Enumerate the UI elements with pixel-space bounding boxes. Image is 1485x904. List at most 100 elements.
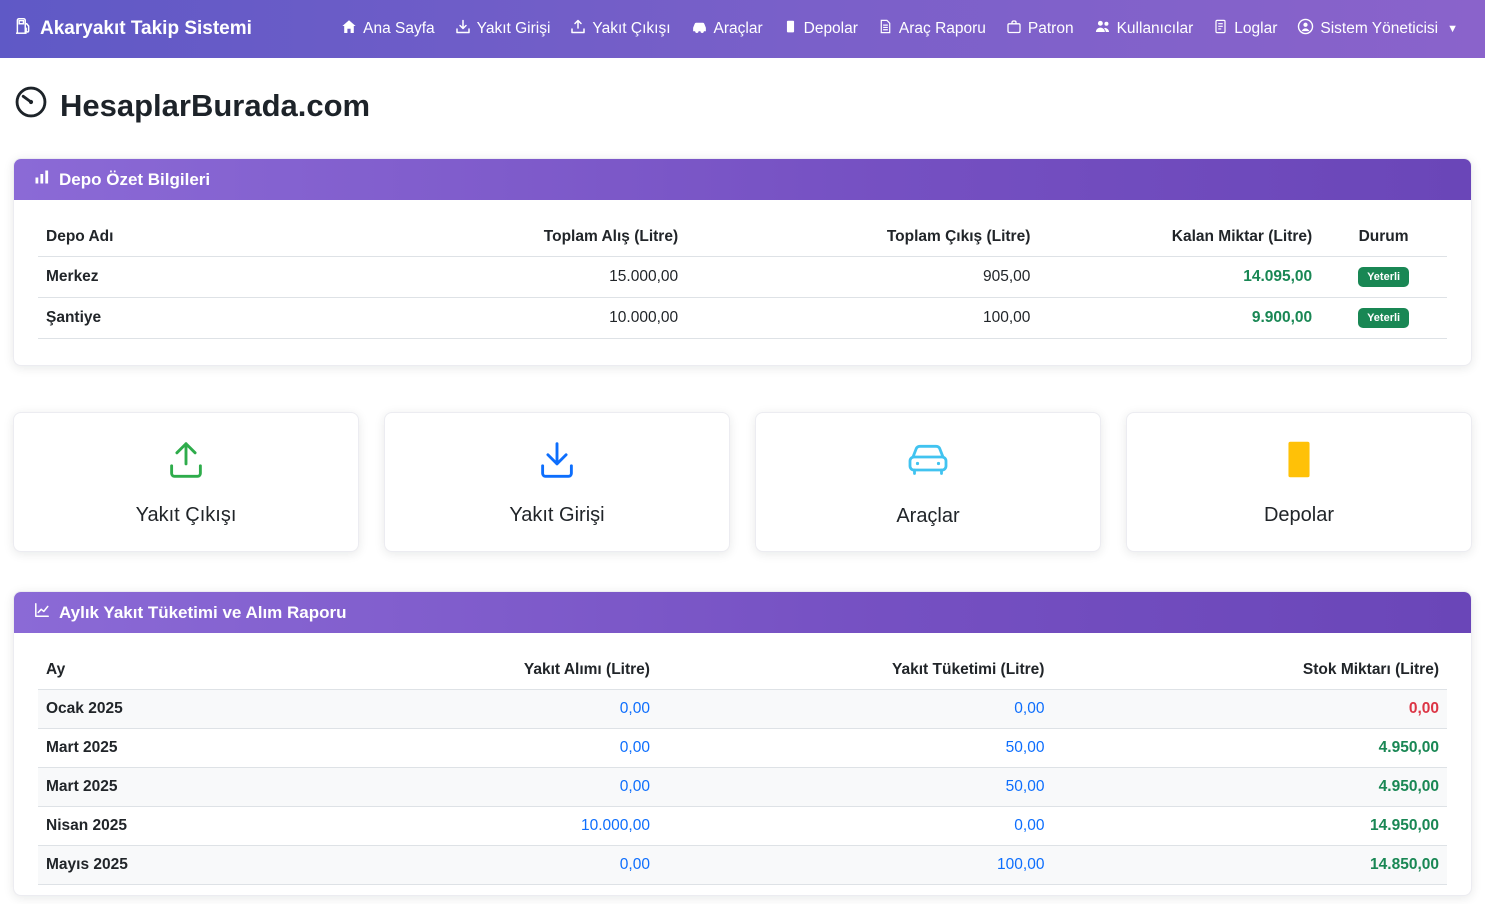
- download-icon: [455, 19, 471, 40]
- report-month: Mayıs 2025: [38, 846, 320, 885]
- table-row: Nisan 2025 10.000,00 0,00 14.950,00: [38, 807, 1447, 846]
- upload-icon: [163, 437, 209, 488]
- table-row: Mart 2025 0,00 50,00 4.950,00: [38, 729, 1447, 768]
- table-row: Mayıs 2025 0,00 100,00 14.850,00: [38, 846, 1447, 885]
- main-content: HesaplarBurada.com Depo Özet Bilgileri D…: [0, 84, 1485, 896]
- monthly-report-body: Ay Yakıt Alımı (Litre) Yakıt Tüketimi (L…: [14, 633, 1471, 895]
- report-stock: 14.850,00: [1052, 846, 1447, 885]
- depot-summary-card: Depo Özet Bilgileri Depo Adı Toplam Alış…: [13, 158, 1472, 366]
- table-row: Şantiye 10.000,00 100,00 9.900,00 Yeterl…: [38, 298, 1447, 339]
- column-header: Stok Miktarı (Litre): [1052, 651, 1447, 690]
- nav-item-araclar[interactable]: Araçlar: [682, 10, 772, 48]
- depot-summary-table: Depo Adı Toplam Alış (Litre) Toplam Çıkı…: [38, 218, 1447, 339]
- depot-total-in: 15.000,00: [376, 257, 686, 298]
- column-header: Depo Adı: [38, 218, 376, 257]
- depot-remaining: 9.900,00: [1038, 298, 1320, 339]
- report-month: Mart 2025: [38, 729, 320, 768]
- briefcase-icon: [1006, 19, 1022, 40]
- report-stock: 4.950,00: [1052, 729, 1447, 768]
- quick-card-label: Depolar: [1264, 504, 1334, 527]
- nav-item-sistem-yoneticisi[interactable]: Sistem Yöneticisi ▼: [1288, 10, 1467, 48]
- report-consumption: 50,00: [658, 729, 1053, 768]
- nav-items: Ana Sayfa Yakıt Girişi Yakıt Çıkışı Araç…: [332, 10, 1467, 48]
- report-month: Nisan 2025: [38, 807, 320, 846]
- nav-item-ana-sayfa[interactable]: Ana Sayfa: [332, 11, 444, 48]
- report-consumption: 100,00: [658, 846, 1053, 885]
- quick-card-yakit-girisi[interactable]: Yakıt Girişi: [384, 412, 730, 552]
- report-consumption: 50,00: [658, 768, 1053, 807]
- navbar: Akaryakıt Takip Sistemi Ana Sayfa Yakıt …: [0, 0, 1485, 58]
- quick-card-label: Yakıt Çıkışı: [136, 504, 237, 527]
- upload-icon: [570, 19, 586, 40]
- quick-card-araclar[interactable]: Araçlar: [755, 412, 1101, 552]
- depot-total-out: 905,00: [686, 257, 1038, 298]
- brand-label: Akaryakıt Takip Sistemi: [40, 18, 252, 40]
- depot-remaining: 14.095,00: [1038, 257, 1320, 298]
- monthly-report-header: Aylık Yakıt Tüketimi ve Alım Raporu: [14, 592, 1471, 633]
- nav-item-arac-raporu[interactable]: Araç Raporu: [869, 11, 995, 47]
- line-chart-icon: [34, 602, 50, 623]
- table-row: Merkez 15.000,00 905,00 14.095,00 Yeterl…: [38, 257, 1447, 298]
- report-consumption: 0,00: [658, 690, 1053, 729]
- brand[interactable]: Akaryakıt Takip Sistemi: [14, 17, 252, 41]
- depot-name: Merkez: [38, 257, 376, 298]
- report-purchase: 0,00: [320, 768, 658, 807]
- column-header: Ay: [38, 651, 320, 690]
- depot-summary-title: Depo Özet Bilgileri: [59, 170, 210, 190]
- users-icon: [1094, 18, 1111, 40]
- report-month: Mart 2025: [38, 768, 320, 807]
- nav-item-depolar[interactable]: Depolar: [774, 11, 867, 47]
- caret-down-icon: ▼: [1447, 23, 1458, 35]
- monthly-report-title: Aylık Yakıt Tüketimi ve Alım Raporu: [59, 603, 347, 623]
- speedometer-icon: [13, 84, 49, 128]
- depot-total-out: 100,00: [686, 298, 1038, 339]
- box-icon: [783, 19, 798, 39]
- person-circle-icon: [1297, 18, 1314, 40]
- monthly-report-card: Aylık Yakıt Tüketimi ve Alım Raporu Ay Y…: [13, 591, 1472, 896]
- report-stock: 14.950,00: [1052, 807, 1447, 846]
- quick-links: Yakıt Çıkışı Yakıt Girişi: [13, 412, 1472, 552]
- file-report-icon: [878, 19, 893, 39]
- report-purchase: 0,00: [320, 729, 658, 768]
- car-icon: [691, 18, 708, 40]
- nav-item-loglar[interactable]: Loglar: [1204, 11, 1286, 47]
- nav-item-kullanicilar[interactable]: Kullanıcılar: [1085, 10, 1203, 48]
- depot-name: Şantiye: [38, 298, 376, 339]
- nav-item-yakit-girisi[interactable]: Yakıt Girişi: [446, 11, 560, 48]
- home-icon: [341, 19, 357, 40]
- table-row: Ocak 2025 0,00 0,00 0,00: [38, 690, 1447, 729]
- column-header: Durum: [1320, 218, 1447, 257]
- column-header: Toplam Alış (Litre): [376, 218, 686, 257]
- table-row: Mart 2025 0,00 50,00 4.950,00: [38, 768, 1447, 807]
- box-icon: [1276, 437, 1322, 488]
- quick-card-depolar[interactable]: Depolar: [1126, 412, 1472, 552]
- report-month: Ocak 2025: [38, 690, 320, 729]
- quick-card-label: Araçlar: [896, 505, 959, 528]
- fuel-pump-icon: [14, 17, 32, 41]
- download-icon: [534, 437, 580, 488]
- report-stock: 4.950,00: [1052, 768, 1447, 807]
- report-stock: 0,00: [1052, 690, 1447, 729]
- report-purchase: 0,00: [320, 846, 658, 885]
- page-title: HesaplarBurada.com: [13, 84, 1472, 128]
- depot-summary-body: Depo Adı Toplam Alış (Litre) Toplam Çıkı…: [14, 200, 1471, 365]
- monthly-report-table: Ay Yakıt Alımı (Litre) Yakıt Tüketimi (L…: [38, 651, 1447, 885]
- status-badge: Yeterli: [1358, 308, 1409, 328]
- journal-icon: [1213, 19, 1228, 39]
- nav-item-yakit-cikisi[interactable]: Yakıt Çıkışı: [561, 11, 679, 48]
- depot-total-in: 10.000,00: [376, 298, 686, 339]
- bar-chart-icon: [34, 169, 50, 190]
- quick-card-yakit-cikisi[interactable]: Yakıt Çıkışı: [13, 412, 359, 552]
- car-icon: [904, 436, 952, 489]
- report-purchase: 0,00: [320, 690, 658, 729]
- monthly-table-header-row: Ay Yakıt Alımı (Litre) Yakıt Tüketimi (L…: [38, 651, 1447, 690]
- quick-card-label: Yakıt Girişi: [509, 504, 604, 527]
- page-title-text: HesaplarBurada.com: [60, 88, 370, 124]
- depot-table-header-row: Depo Adı Toplam Alış (Litre) Toplam Çıkı…: [38, 218, 1447, 257]
- column-header: Kalan Miktar (Litre): [1038, 218, 1320, 257]
- column-header: Toplam Çıkış (Litre): [686, 218, 1038, 257]
- report-consumption: 0,00: [658, 807, 1053, 846]
- column-header: Yakıt Tüketimi (Litre): [658, 651, 1053, 690]
- column-header: Yakıt Alımı (Litre): [320, 651, 658, 690]
- nav-item-patron[interactable]: Patron: [997, 11, 1083, 48]
